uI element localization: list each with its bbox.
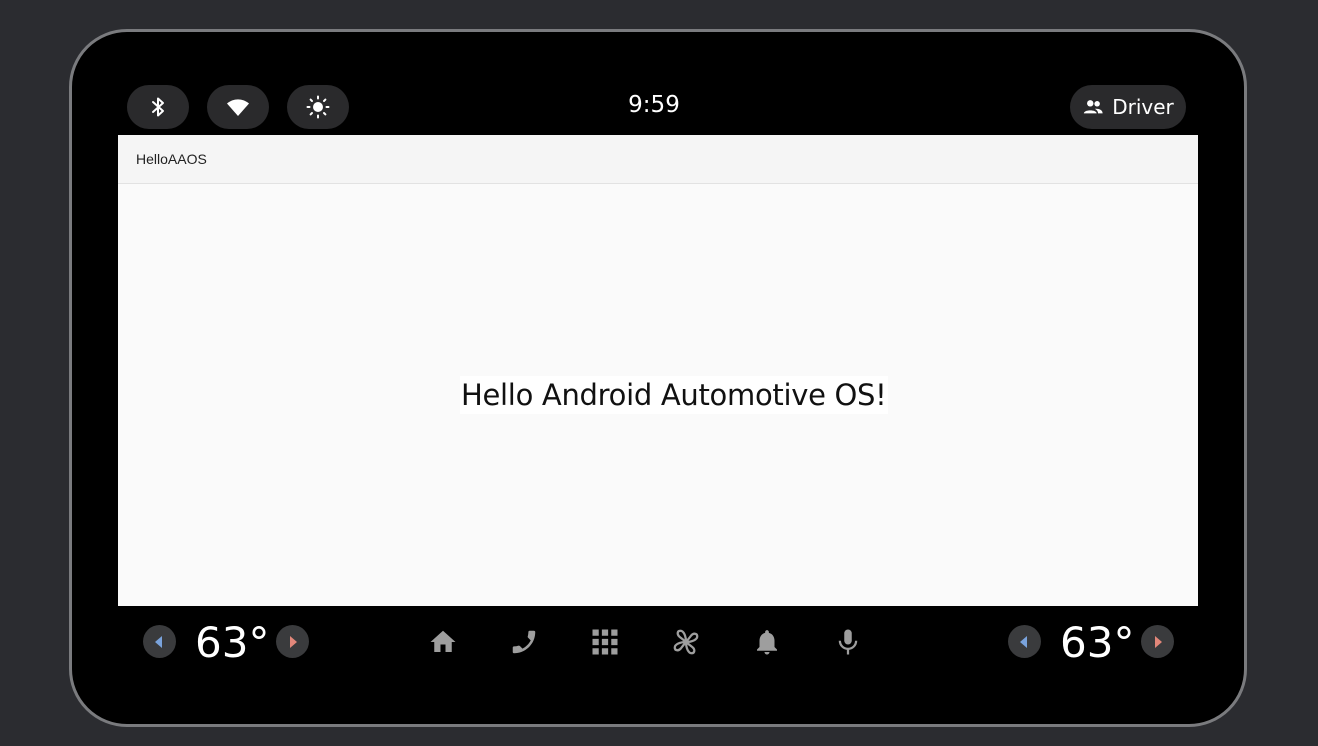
app-window: HelloAAOS Hello Android Automotive OS! — [118, 135, 1198, 606]
bluetooth-button[interactable] — [127, 85, 189, 129]
wifi-button[interactable] — [207, 85, 269, 129]
hvac-button[interactable] — [669, 625, 703, 659]
right-arrow-icon — [1155, 635, 1162, 648]
notifications-icon — [757, 630, 777, 655]
home-icon — [430, 630, 456, 652]
left-arrow-icon — [1020, 635, 1027, 648]
phone-button[interactable] — [507, 625, 541, 659]
brightness-button[interactable] — [287, 85, 349, 129]
wifi-icon — [227, 99, 249, 116]
right-temp-increase-button[interactable] — [1141, 625, 1174, 658]
left-temp-decrease-button[interactable] — [143, 625, 176, 658]
right-arrow-icon — [290, 635, 297, 648]
fan-icon — [673, 629, 699, 655]
phone-icon — [512, 630, 536, 654]
left-arrow-icon — [155, 635, 162, 648]
profile-label: Driver — [1112, 95, 1174, 119]
bluetooth-icon — [152, 97, 164, 117]
right-temperature: 63° — [1060, 618, 1135, 667]
brightness-icon — [306, 95, 330, 119]
home-button[interactable] — [426, 625, 460, 659]
apps-grid-icon — [592, 629, 618, 655]
hello-text: Hello Android Automotive OS! — [460, 376, 888, 414]
microphone-icon — [838, 629, 858, 655]
apps-button[interactable] — [588, 625, 622, 659]
clock: 9:59 — [628, 92, 680, 118]
people-icon — [1084, 100, 1103, 114]
right-temp-decrease-button[interactable] — [1008, 625, 1041, 658]
voice-assistant-button[interactable] — [831, 625, 865, 659]
app-title: HelloAAOS — [136, 151, 207, 167]
left-temperature: 63° — [195, 618, 270, 667]
left-temp-increase-button[interactable] — [276, 625, 309, 658]
profile-switcher-button[interactable]: Driver — [1070, 85, 1186, 129]
app-bar: HelloAAOS — [118, 135, 1198, 184]
notifications-button[interactable] — [750, 625, 784, 659]
